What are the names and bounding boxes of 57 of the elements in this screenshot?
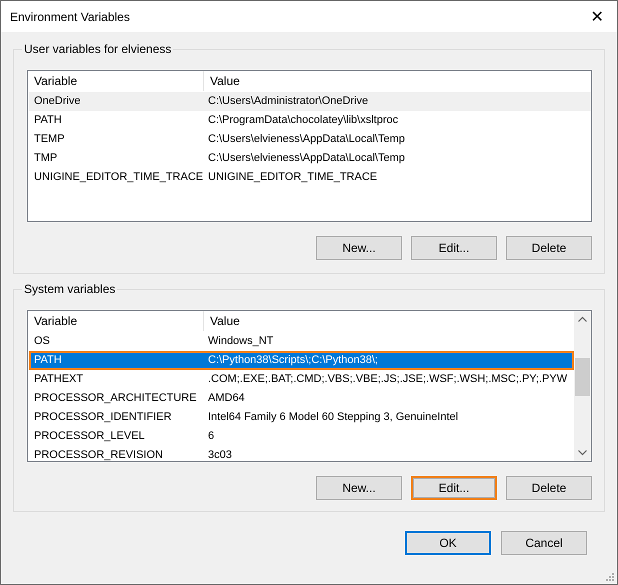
variable-value: C:\Python38\Scripts\;C:\Python38\;	[207, 353, 379, 368]
variable-value: 6	[207, 429, 216, 444]
variable-name: PROCESSOR_REVISION	[33, 448, 164, 461]
column-header[interactable]: Variable	[28, 71, 204, 91]
variable-name: PATHEXT	[33, 372, 84, 387]
variable-row[interactable]: OS Windows_NT	[29, 332, 574, 351]
variable-value: C:\Users\Administrator\OneDrive	[207, 94, 370, 109]
variable-value: AMD64	[207, 391, 246, 406]
scrollbar[interactable]	[574, 311, 591, 461]
variables-list[interactable]	[27, 70, 592, 222]
dialog-button[interactable]: Delete	[506, 236, 592, 260]
variable-row[interactable]: PATHEXT .COM;.EXE;.BAT;.CMD;.VBS;.VBE;.JS;.JSE;.WSF;.WSH;.MSC;.PY;.PYW	[29, 370, 574, 389]
variable-value: Windows_NT	[207, 334, 274, 349]
dialog-button[interactable]: Cancel	[501, 531, 587, 555]
variable-name: PROCESSOR_LEVEL	[33, 429, 146, 444]
scrollbar-thumb[interactable]	[575, 358, 590, 396]
dialog-button[interactable]: Edit...	[411, 476, 497, 500]
variable-value: C:\ProgramData\chocolatey\lib\xsltproc	[207, 113, 400, 128]
variable-name: TMP	[33, 151, 58, 166]
group-title: User variables for elvieness	[22, 42, 174, 56]
dialog-button[interactable]: New...	[316, 236, 402, 260]
dialog-button[interactable]: Delete	[506, 476, 592, 500]
variable-name: PROCESSOR_IDENTIFIER	[33, 410, 173, 425]
variable-name: UNIGINE_EDITOR_TIME_TRACE	[33, 170, 204, 185]
variable-name: PATH	[33, 353, 63, 368]
column-header[interactable]: Value	[204, 71, 591, 91]
variable-row[interactable]: UNIGINE_EDITOR_TIME_TRACE UNIGINE_EDITOR_TIME_TRACE	[29, 168, 591, 187]
column-header[interactable]: Value	[204, 311, 574, 331]
variables-list[interactable]	[27, 310, 592, 462]
close-button[interactable]: ✕	[577, 1, 617, 32]
variable-name: PATH	[33, 113, 63, 128]
variable-name: OS	[33, 334, 51, 349]
window-title: Environment Variables	[10, 10, 130, 24]
group-title: System variables	[22, 282, 118, 296]
variable-row[interactable]: PROCESSOR_ARCHITECTURE AMD64	[29, 389, 574, 408]
variable-value: UNIGINE_EDITOR_TIME_TRACE	[207, 170, 378, 185]
dialog-button[interactable]: New...	[316, 476, 402, 500]
variable-row[interactable]: PATH C:\ProgramData\chocolatey\lib\xsltproc	[29, 111, 591, 130]
variable-name: TEMP	[33, 132, 66, 147]
variable-row[interactable]: PROCESSOR_LEVEL 6	[29, 427, 574, 446]
resize-grip-icon[interactable]	[605, 572, 615, 582]
variable-row[interactable]: TMP C:\Users\elvieness\AppData\Local\Temp	[29, 149, 591, 168]
dialog-button[interactable]: OK	[405, 531, 491, 555]
dialog-button[interactable]: Edit...	[411, 236, 497, 260]
variable-value: 3c03	[207, 448, 233, 461]
variable-value: C:\Users\elvieness\AppData\Local\Temp	[207, 132, 406, 147]
variable-row[interactable]: TEMP C:\Users\elvieness\AppData\Local\Temp	[29, 130, 591, 149]
variable-name: OneDrive	[33, 94, 82, 109]
variable-value: .COM;.EXE;.BAT;.CMD;.VBS;.VBE;.JS;.JSE;.WSF;.WSH;.MSC;.PY;.PYW	[207, 372, 568, 387]
variable-value: C:\Users\elvieness\AppData\Local\Temp	[207, 151, 406, 166]
variable-row[interactable]: PROCESSOR_IDENTIFIER Intel64 Family 6 Model 60 Stepping 3, GenuineIntel	[29, 408, 574, 427]
variable-name: PROCESSOR_ARCHITECTURE	[33, 391, 198, 406]
variable-row[interactable]: PROCESSOR_REVISION 3c03	[29, 446, 574, 461]
variable-row[interactable]: PATH C:\Python38\Scripts\;C:\Python38\;	[29, 351, 574, 370]
variable-value: Intel64 Family 6 Model 60 Stepping 3, GenuineIntel	[207, 410, 460, 425]
variable-row[interactable]: OneDrive C:\Users\Administrator\OneDrive	[29, 92, 591, 111]
column-header[interactable]: Variable	[28, 311, 204, 331]
